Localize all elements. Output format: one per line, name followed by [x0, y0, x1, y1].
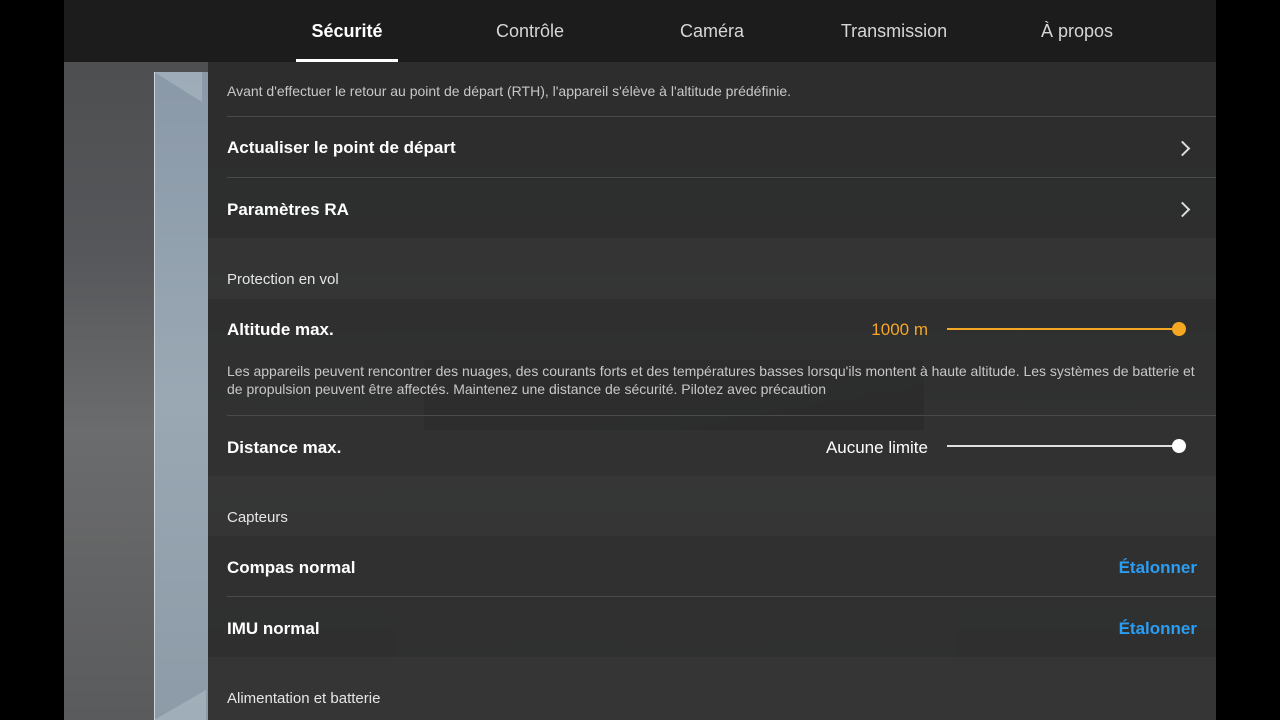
max-distance-slider[interactable]	[947, 439, 1186, 453]
right-letterbox	[1216, 0, 1280, 720]
section-title: Capteurs	[227, 509, 288, 526]
tab-securite[interactable]: Sécurité	[296, 0, 398, 62]
feed-corner-decoration	[154, 72, 202, 102]
ar-settings-label: Paramètres RA	[227, 200, 349, 219]
altitude-warning-text: Les appareils peuvent rencontrer des nua…	[227, 363, 1195, 397]
compass-row: Compas normal Étalonner	[208, 536, 1216, 596]
chevron-right-icon	[1174, 201, 1191, 218]
section-title: Protection en vol	[227, 271, 339, 288]
max-distance-slider-handle[interactable]	[1172, 439, 1186, 453]
imu-status-label: IMU normal	[227, 619, 320, 638]
max-distance-label: Distance max.	[227, 438, 342, 457]
max-altitude-label: Altitude max.	[227, 320, 334, 339]
max-altitude-slider-handle[interactable]	[1172, 322, 1186, 336]
max-distance-row: Distance max. Aucune limite	[208, 416, 1216, 476]
left-letterbox	[0, 0, 64, 720]
section-header-power-battery: Alimentation et batterie	[208, 657, 1216, 720]
settings-tab-bar: Sécurité Contrôle Caméra Transmission À …	[64, 0, 1216, 62]
section-title: Alimentation et batterie	[227, 690, 381, 707]
max-altitude-value: 1000 m	[871, 320, 928, 339]
ar-settings-row[interactable]: Paramètres RA	[208, 178, 1216, 238]
rth-description: Avant d'effectuer le retour au point de …	[227, 83, 792, 99]
update-home-point-label: Actualiser le point de départ	[227, 138, 456, 157]
settings-screen: Sécurité Contrôle Caméra Transmission À …	[64, 0, 1216, 720]
section-header-flight-protection: Protection en vol	[208, 238, 1216, 299]
tab-controle[interactable]: Contrôle	[480, 0, 580, 62]
tab-transmission[interactable]: Transmission	[828, 0, 960, 62]
tab-camera[interactable]: Caméra	[662, 0, 762, 62]
tab-a-propos[interactable]: À propos	[1024, 0, 1130, 62]
section-header-sensors: Capteurs	[208, 476, 1216, 536]
sky-area	[154, 72, 208, 720]
imu-row: IMU normal Étalonner	[208, 597, 1216, 657]
feed-corner-decoration	[154, 690, 206, 720]
calibrate-imu-button[interactable]: Étalonner	[1119, 619, 1197, 639]
calibrate-compass-button[interactable]: Étalonner	[1119, 558, 1197, 578]
compass-status-label: Compas normal	[227, 558, 356, 577]
chevron-right-icon	[1174, 140, 1191, 157]
max-altitude-row: Altitude max. 1000 m Les appareils peuve…	[208, 299, 1216, 415]
feed-edge	[154, 72, 155, 720]
max-distance-value: Aucune limite	[825, 438, 928, 457]
settings-panel: Avant d'effectuer le retour au point de …	[208, 62, 1216, 720]
max-altitude-slider[interactable]	[947, 322, 1186, 336]
update-home-point-row[interactable]: Actualiser le point de départ	[208, 117, 1216, 177]
